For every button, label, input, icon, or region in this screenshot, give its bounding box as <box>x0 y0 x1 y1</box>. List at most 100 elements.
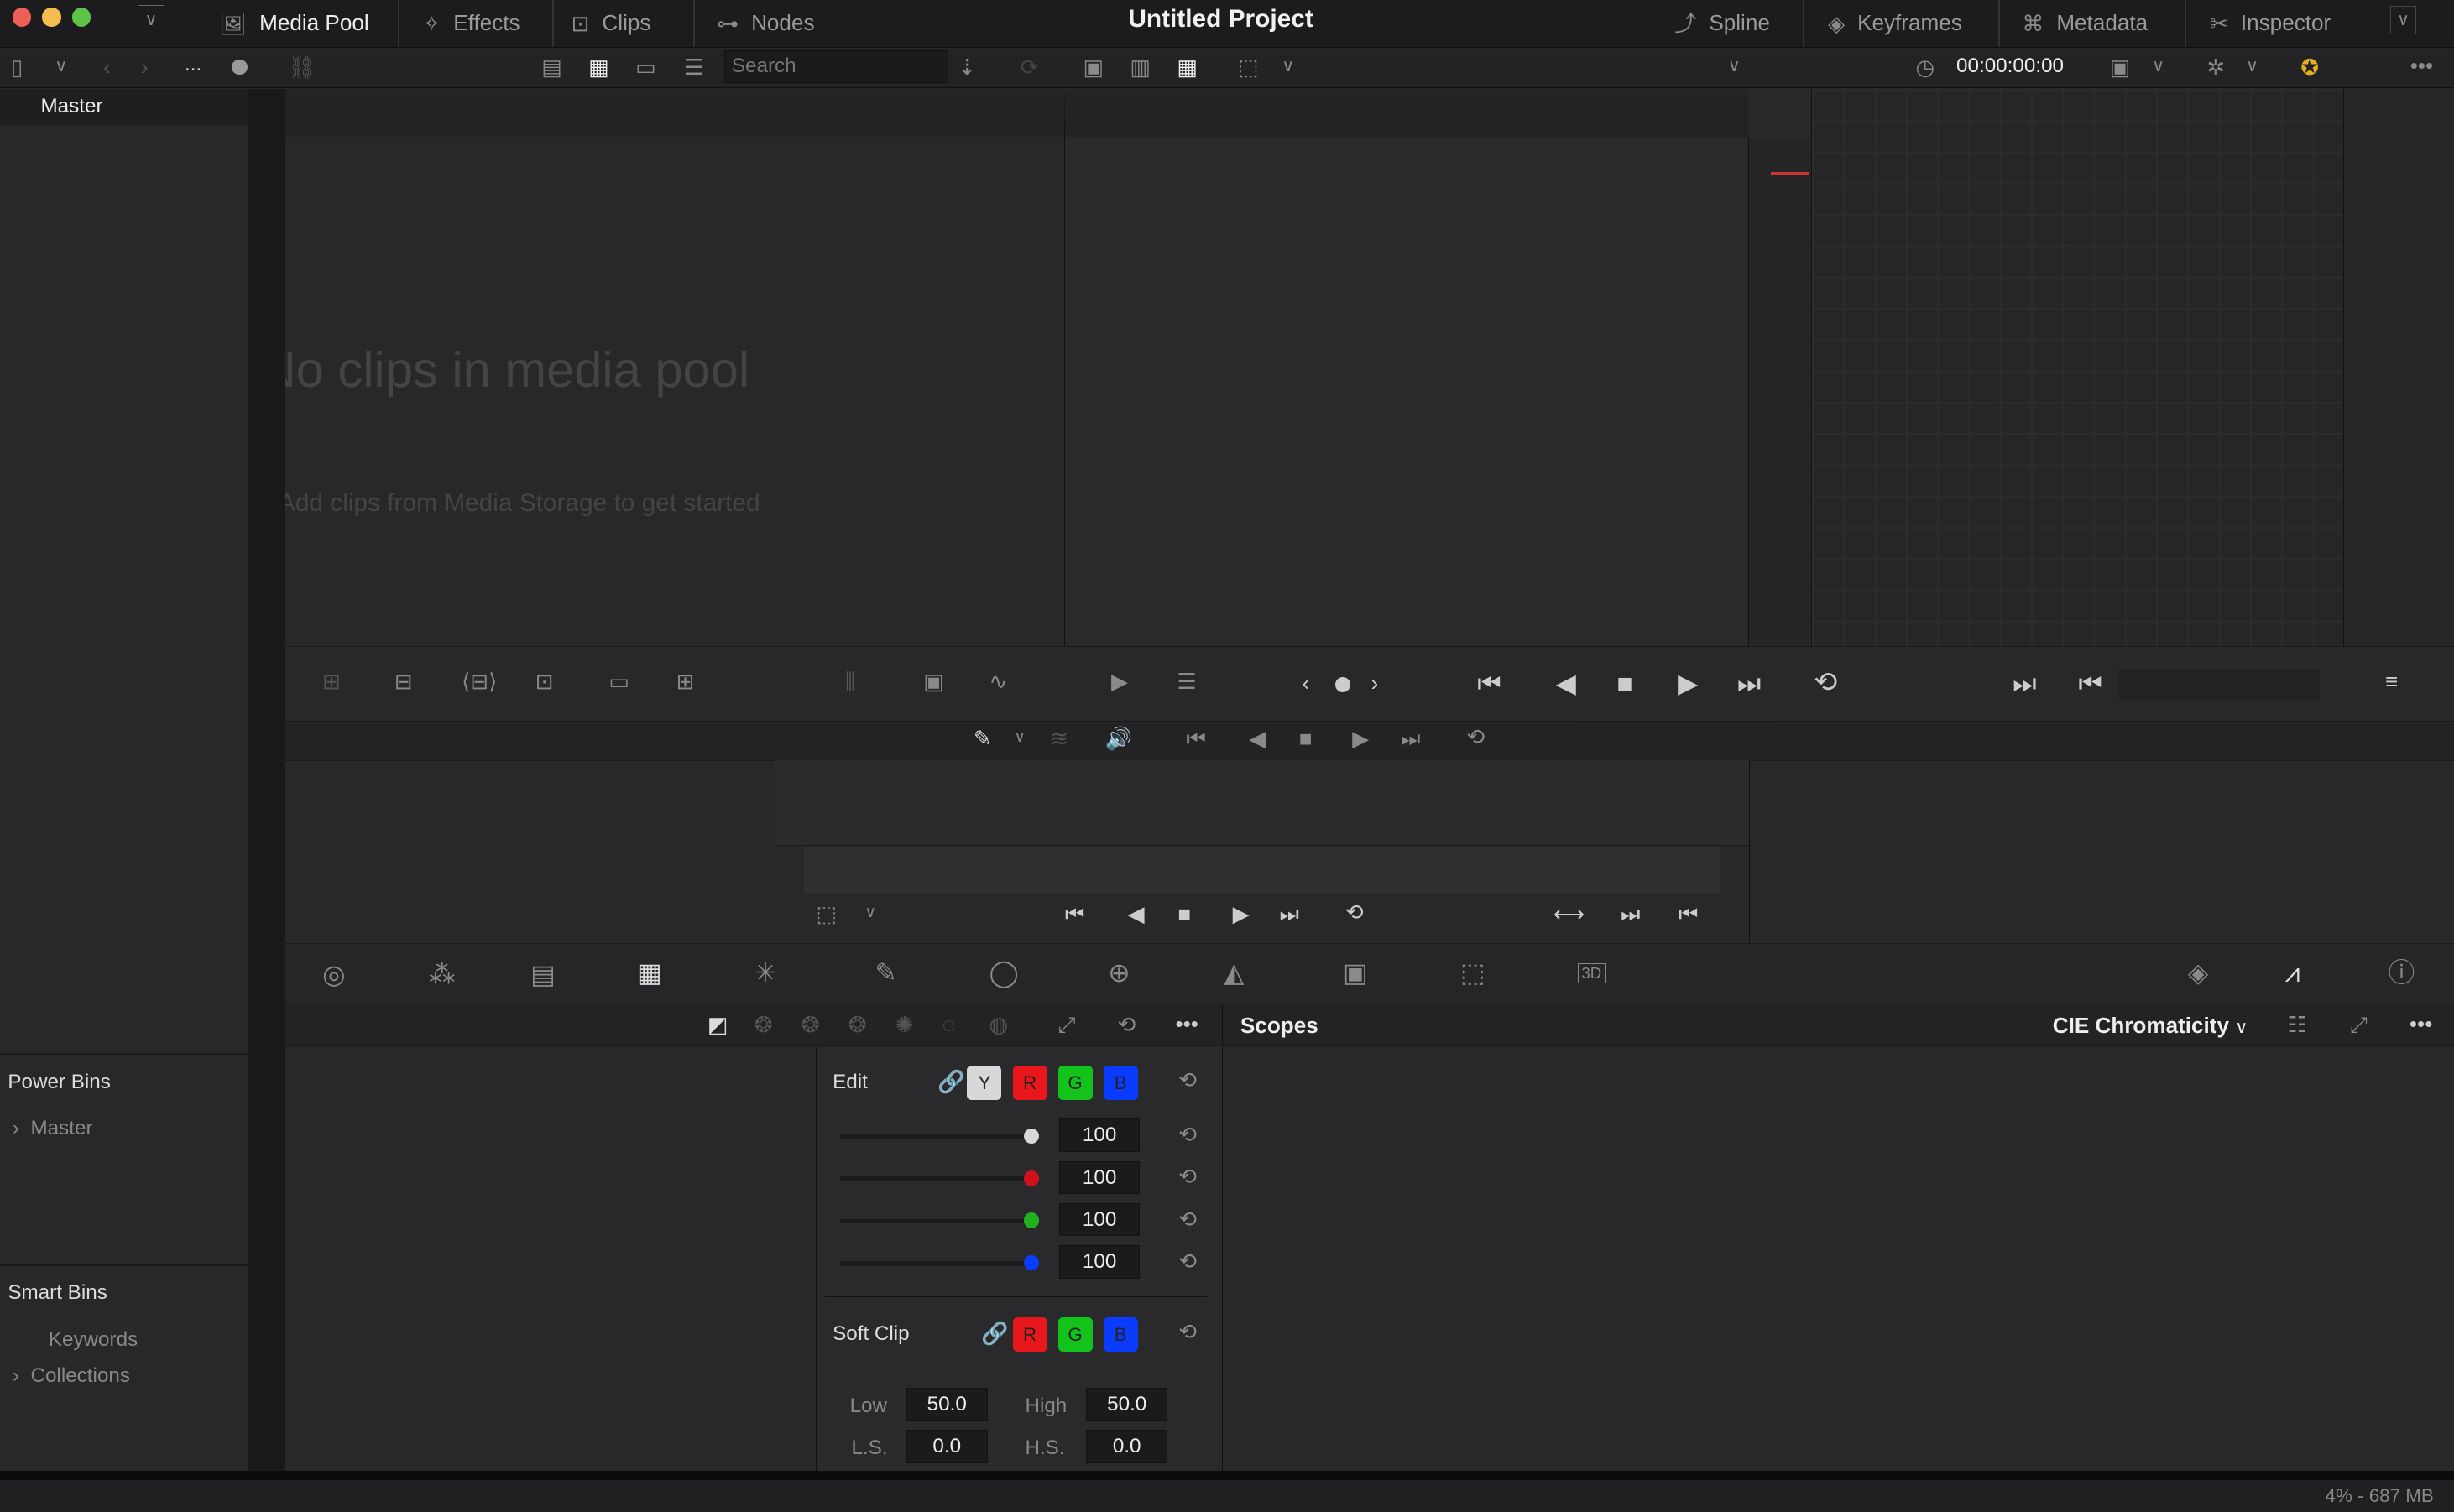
slider-b[interactable] <box>840 1254 1040 1271</box>
tab-nodes[interactable]: ⊶ Nodes <box>717 0 814 47</box>
loop-icon[interactable]: ⟲ <box>1814 669 1837 697</box>
slider-y[interactable] <box>840 1128 1040 1144</box>
channel-r-button[interactable]: R <box>1012 1065 1047 1100</box>
tab-clips[interactable]: ⊡ Clips <box>572 0 651 47</box>
chevron-down-icon[interactable]: ∨ <box>2246 57 2258 76</box>
scopes-icon[interactable]: ⩘ <box>2285 959 2300 987</box>
curves-icon[interactable]: ▦ <box>637 959 662 987</box>
play-icon[interactable]: ▶ <box>1233 903 1250 925</box>
menu-icon[interactable]: ≡ <box>2385 670 2398 692</box>
g-value-field[interactable]: 100 <box>1059 1203 1140 1237</box>
proxy-icon[interactable]: ▣ <box>2110 56 2131 78</box>
stop-icon[interactable]: ■ <box>1177 903 1191 925</box>
sizing-icon[interactable]: ⬚ <box>1460 959 1485 987</box>
viewer-size-icon[interactable]: ⬚ <box>817 903 838 925</box>
metadata-view-icon[interactable]: ▤ <box>541 56 562 78</box>
next-frame-icon[interactable]: ⏭ <box>1621 903 1640 925</box>
slider-handle[interactable] <box>1023 1212 1040 1228</box>
link-icon[interactable]: 🔗 <box>937 1070 965 1092</box>
hue-sat-icon[interactable]: ❂ <box>801 1014 820 1035</box>
chevron-down-icon[interactable]: ∨ <box>864 904 876 920</box>
maximize-window-button[interactable] <box>71 8 91 27</box>
chevron-down-icon[interactable]: ∨ <box>1014 728 1026 745</box>
lum-sat-icon[interactable]: ✺ <box>895 1014 914 1035</box>
soft-clip-g-button[interactable]: G <box>1057 1317 1093 1353</box>
more-options-icon[interactable]: ••• <box>2410 1012 2432 1035</box>
reset-icon[interactable]: ⟲ <box>1178 1321 1197 1343</box>
stop-icon[interactable]: ■ <box>1616 670 1632 697</box>
sidebar-toggle-icon[interactable]: ▯ <box>11 56 23 78</box>
3d-icon[interactable]: 3D <box>1577 962 1606 984</box>
qualifier-icon[interactable]: ✎ <box>875 959 897 987</box>
fit-to-fill-icon[interactable]: ⊡ <box>535 670 554 692</box>
image-view-icon[interactable]: ▣ <box>1083 56 1104 78</box>
tab-inspector[interactable]: ✂ Inspector <box>2210 0 2331 47</box>
sort-icon[interactable]: ⇣ <box>958 56 976 78</box>
custom-curve-icon[interactable]: ◩ <box>707 1014 728 1035</box>
ls-field[interactable]: 0.0 <box>906 1430 988 1463</box>
chevron-down-icon[interactable]: ∨ <box>55 57 67 76</box>
info-icon[interactable]: ⓘ <box>2389 959 2415 987</box>
b-value-field[interactable]: 100 <box>1059 1245 1140 1279</box>
scope-settings-icon[interactable]: ☷ <box>2287 1014 2306 1035</box>
reverse-play-icon[interactable]: ◀ <box>1249 727 1266 749</box>
expand-icon[interactable]: ⤢ <box>1058 1014 1076 1035</box>
y-value-field[interactable]: 100 <box>1059 1118 1140 1152</box>
chevron-down-icon[interactable]: ∨ <box>1728 57 1741 76</box>
blur-icon[interactable]: ◭ <box>1224 959 1244 987</box>
skip-forward-icon[interactable]: ⏭ <box>1737 670 1762 697</box>
scope-mode-dropdown[interactable]: CIE Chromaticity ∨ <box>2053 1013 2248 1039</box>
power-bin-master[interactable]: › Master <box>13 1117 93 1140</box>
skip-back-icon[interactable]: ⏮ <box>1065 903 1084 925</box>
play-icon[interactable]: ▶ <box>1678 670 1698 697</box>
prev-frame-icon[interactable]: ⏮ <box>2078 670 2102 697</box>
channel-y-button[interactable]: Y <box>967 1065 1002 1100</box>
clip-view-icon[interactable]: ▥ <box>1130 56 1151 78</box>
picker-icon[interactable]: ✎ <box>974 727 992 749</box>
close-window-button[interactable] <box>12 8 32 27</box>
reset-icon[interactable]: ⟲ <box>1178 1124 1197 1145</box>
smart-bin-collections[interactable]: › Collections <box>13 1364 130 1388</box>
reset-icon[interactable]: ⟲ <box>1178 1208 1197 1230</box>
list-view-icon[interactable]: ☰ <box>684 56 703 78</box>
fit-icon[interactable]: ⟷ <box>1553 903 1585 925</box>
high-field[interactable]: 50.0 <box>1086 1388 1168 1421</box>
record-dot-icon[interactable] <box>231 59 248 76</box>
slider-handle[interactable] <box>1023 1170 1040 1186</box>
reverse-play-icon[interactable]: ◀ <box>1556 670 1576 697</box>
viewer-size-icon[interactable]: ⬚ <box>1238 56 1259 78</box>
raw-icon[interactable]: ▤ <box>530 961 556 988</box>
keyframes-icon[interactable]: ◈ <box>2188 959 2208 987</box>
chevron-down-icon[interactable]: ∨ <box>138 4 164 35</box>
refresh-icon[interactable]: ⟳ <box>1021 56 1039 78</box>
next-frame-icon[interactable]: ⏭ <box>2013 670 2037 697</box>
skip-forward-icon[interactable]: ⏭ <box>1280 903 1299 925</box>
more-options-icon[interactable]: ••• <box>2410 55 2433 76</box>
thumbnail-view-icon[interactable]: ▦ <box>588 56 609 78</box>
smart-bin-keywords[interactable]: Keywords <box>49 1328 138 1352</box>
loop-icon[interactable]: ⟲ <box>1466 726 1485 748</box>
tab-media-pool[interactable]: 🖼 Media Pool <box>219 0 369 47</box>
key-icon[interactable]: ▣ <box>1343 959 1368 987</box>
play-icon[interactable]: ▶ <box>1352 727 1369 749</box>
skip-back-icon[interactable]: ⏮ <box>1477 670 1501 697</box>
place-on-top-icon[interactable]: ▭ <box>608 670 629 692</box>
tab-metadata[interactable]: ⌘ Metadata <box>2022 0 2148 47</box>
loop-icon[interactable]: ⟲ <box>1345 901 1364 923</box>
splitter[interactable] <box>247 89 285 1471</box>
jog-bar[interactable] <box>2118 669 2320 701</box>
tracker-icon[interactable]: ⊕ <box>1108 959 1130 987</box>
forward-icon[interactable]: › <box>141 56 149 78</box>
prev-frame-icon[interactable]: ⏮ <box>1679 903 1698 925</box>
bin-master[interactable]: Master <box>0 89 248 126</box>
unlink-icon[interactable]: ⛓ <box>288 56 316 78</box>
hs-field[interactable]: 0.0 <box>1086 1430 1168 1463</box>
window-icon[interactable]: ◯ <box>989 959 1019 987</box>
chevron-down-icon[interactable]: ∨ <box>1282 57 1294 76</box>
color-match-icon[interactable]: ⁂ <box>429 961 456 988</box>
image-icon[interactable]: ▣ <box>923 670 944 692</box>
jog-bar[interactable] <box>1574 726 1775 752</box>
skip-forward-icon[interactable]: ⏭ <box>1401 727 1420 749</box>
r-value-field[interactable]: 100 <box>1059 1160 1140 1194</box>
channel-g-button[interactable]: G <box>1057 1065 1093 1100</box>
